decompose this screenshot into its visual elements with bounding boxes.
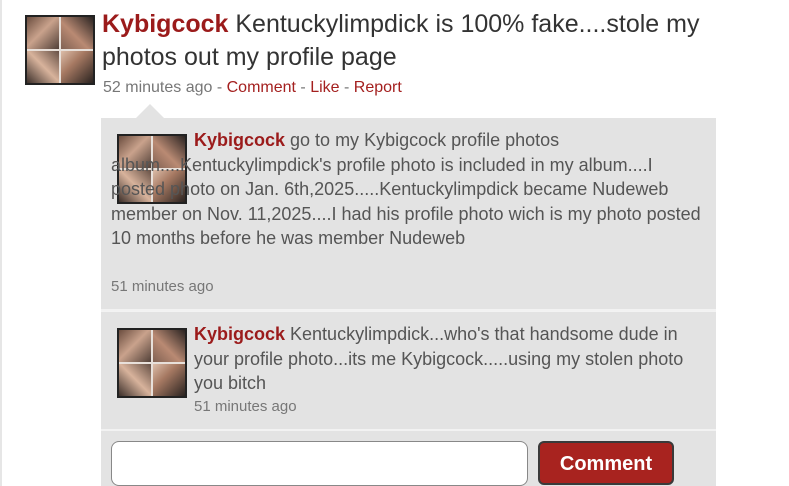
post-body: Kybigcock Kentuckylimpdick is 100% fake.… [102, 8, 772, 74]
comment-timestamp: 51 minutes ago [194, 398, 297, 415]
like-link[interactable]: Like [310, 79, 339, 96]
comment-timestamp: 51 minutes ago [111, 278, 214, 295]
comment-item: Kybigcock go to my Kybigcock profile pho… [101, 118, 716, 309]
meta-separator: - [295, 79, 311, 96]
comments-caret [136, 104, 164, 118]
comment-item: Kybigcock Kentuckylimpdick...who's that … [101, 311, 716, 429]
comment-body: Kybigcock Kentuckylimpdick...who's that … [194, 322, 709, 396]
meta-separator: - [339, 79, 354, 96]
comment-divider [101, 429, 716, 431]
comment-avatar[interactable] [117, 328, 187, 398]
post-meta: 52 minutes ago - Comment - Like - Report [103, 79, 402, 97]
comment-author-link[interactable]: Kybigcock [194, 130, 285, 150]
comment-body: Kybigcock go to my Kybigcock profile pho… [111, 128, 711, 251]
reply-input[interactable] [111, 441, 528, 486]
comments-panel: Kybigcock go to my Kybigcock profile pho… [101, 118, 716, 486]
comment-author-link[interactable]: Kybigcock [194, 324, 285, 344]
submit-comment-button[interactable]: Comment [538, 441, 674, 485]
post-timestamp: 52 minutes ago [103, 79, 213, 96]
post-page: Kybigcock Kentuckylimpdick is 100% fake.… [0, 0, 789, 486]
meta-separator: - [212, 79, 227, 96]
author-avatar[interactable] [25, 15, 95, 85]
comment-link[interactable]: Comment [227, 79, 296, 96]
left-border [0, 0, 2, 486]
post-author-link[interactable]: Kybigcock [102, 10, 228, 38]
report-link[interactable]: Report [354, 79, 402, 96]
